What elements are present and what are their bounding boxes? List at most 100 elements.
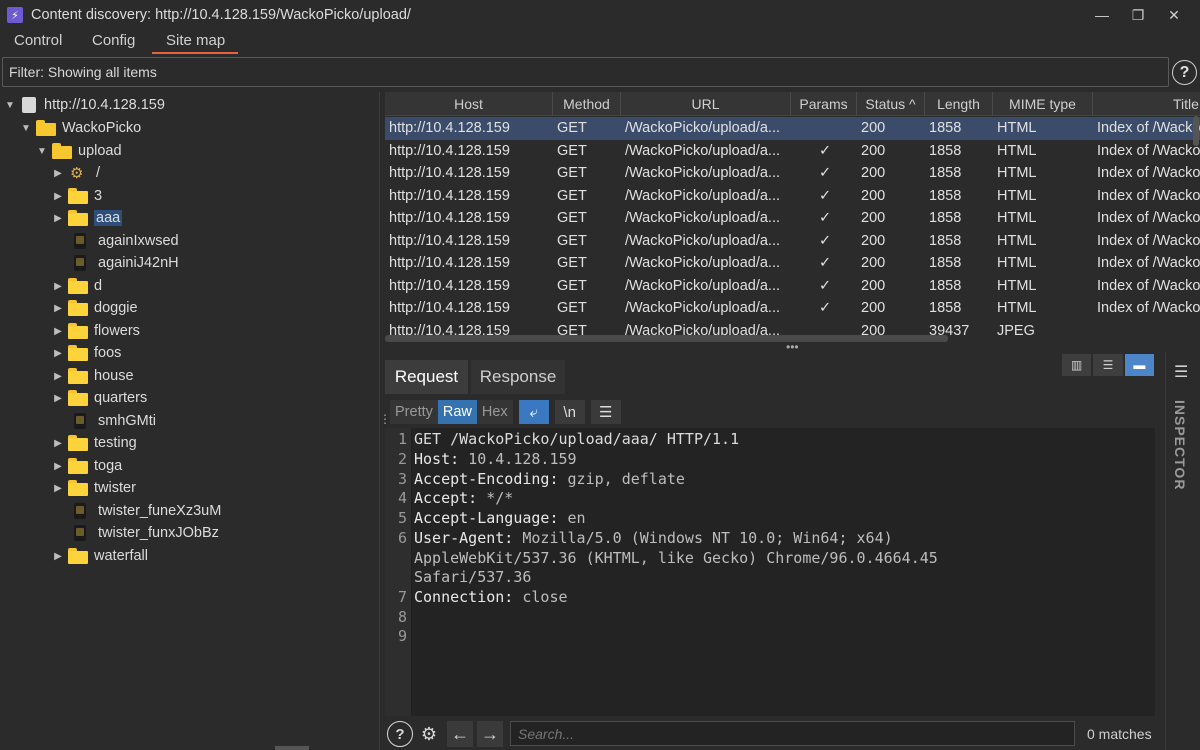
table-row[interactable]: http://10.4.128.159 GET/WackoPicko/upload… xyxy=(385,252,1200,275)
column-header-url[interactable]: URL xyxy=(621,92,791,116)
chevron-right-icon[interactable]: ▶ xyxy=(52,348,64,359)
column-header-mime-type[interactable]: MIME type xyxy=(993,92,1093,116)
tree-node-file[interactable]: smhGMti xyxy=(64,410,156,432)
menu-icon[interactable]: ☰ xyxy=(590,400,621,424)
chevron-right-icon[interactable]: ▶ xyxy=(52,326,64,337)
chevron-right-icon[interactable]: ▶ xyxy=(52,461,64,472)
column-header-status[interactable]: Status ^ xyxy=(857,92,925,116)
chevron-right-icon[interactable]: ▶ xyxy=(52,551,64,562)
cell-mime-type: HTML xyxy=(997,187,1037,204)
tab-site-map[interactable]: Site map xyxy=(166,30,225,54)
tree-node-label: doggie xyxy=(94,300,138,316)
view-hex-button[interactable]: Hex xyxy=(476,400,513,424)
arrow-left-icon[interactable]: ← xyxy=(447,721,473,747)
table-row[interactable]: http://10.4.128.159 GET/WackoPicko/upload… xyxy=(385,140,1200,163)
chevron-down-icon[interactable]: ▼ xyxy=(20,123,32,134)
tab-control[interactable]: Control xyxy=(14,30,62,54)
filter-bar[interactable]: Filter: Showing all items xyxy=(2,57,1169,87)
table-row[interactable]: http://10.4.128.159 GET/WackoPicko/upload… xyxy=(385,230,1200,253)
tree-node-folder-selected[interactable]: ▶ aaa xyxy=(52,207,123,229)
tree-node-root-path[interactable]: ▶ ⚙ / xyxy=(52,162,100,184)
view-raw-button[interactable]: Raw xyxy=(437,400,477,424)
tree-node-file[interactable]: twister_funeXz3uM xyxy=(64,500,221,522)
vertical-scrollbar[interactable] xyxy=(1193,116,1199,146)
chevron-right-icon[interactable]: ▶ xyxy=(52,303,64,314)
tree-node-folder[interactable]: ▶ flowers xyxy=(52,320,140,342)
tree-node-file[interactable]: againIxwsed xyxy=(64,230,179,252)
chevron-right-icon[interactable]: ▶ xyxy=(52,281,64,292)
cell-title: Index of /Wacko xyxy=(1097,187,1200,204)
chevron-down-icon[interactable]: ▼ xyxy=(36,146,48,157)
close-button[interactable]: ✕ xyxy=(1156,0,1192,30)
view-pretty-button[interactable]: Pretty xyxy=(390,400,438,424)
search-input[interactable] xyxy=(510,721,1075,746)
table-row[interactable]: http://10.4.128.159 GET/WackoPicko/upload… xyxy=(385,162,1200,185)
tree-node-file[interactable]: twister_funxJObBz xyxy=(64,522,219,544)
column-header-method[interactable]: Method xyxy=(553,92,621,116)
column-header-params[interactable]: Params xyxy=(791,92,857,116)
cell-url: /WackoPicko/upload/a... xyxy=(625,142,781,159)
horizontal-scrollbar[interactable] xyxy=(385,335,948,342)
table-row[interactable]: http://10.4.128.159 GET/WackoPicko/upload… xyxy=(385,117,1200,140)
tree-node-folder[interactable]: ▶ testing xyxy=(52,432,137,454)
tree-node-folder[interactable]: ▶ quarters xyxy=(52,387,147,409)
tree-node-folder[interactable]: ▶ twister xyxy=(52,477,136,499)
tree-node-upload[interactable]: ▼ upload xyxy=(36,140,122,162)
table-row[interactable]: http://10.4.128.159 GET/WackoPicko/upload… xyxy=(385,185,1200,208)
inspector-label[interactable]: INSPECTOR xyxy=(1172,400,1188,490)
cell-mime-type: HTML xyxy=(997,210,1037,226)
table-row[interactable]: http://10.4.128.159 GET/WackoPicko/upload… xyxy=(385,207,1200,230)
wrap-lines-icon[interactable]: ⤶ xyxy=(518,400,549,424)
tab-request[interactable]: Request xyxy=(385,360,468,394)
tree-node-label: twister_funxJObBz xyxy=(98,525,219,541)
layout-tabs-icon[interactable]: ▬ xyxy=(1124,354,1154,376)
tab-response[interactable]: Response xyxy=(471,360,565,394)
cell-length: 1858 xyxy=(929,300,962,316)
cell-length: 1858 xyxy=(929,210,962,226)
column-header-host[interactable]: Host xyxy=(385,92,553,116)
cell-host: http://10.4.128.159 xyxy=(389,120,510,136)
layout-stacked-icon[interactable]: ☰ xyxy=(1093,354,1123,376)
help-icon[interactable]: ? xyxy=(1172,60,1197,85)
show-newlines-button[interactable]: \n xyxy=(554,400,585,424)
maximize-button[interactable]: ❐ xyxy=(1120,0,1156,30)
chevron-down-icon[interactable]: ▼ xyxy=(4,100,16,111)
tree-node-file[interactable]: againiJ42nH xyxy=(64,252,179,274)
chevron-right-icon[interactable]: ▶ xyxy=(52,213,64,224)
help-icon[interactable]: ? xyxy=(387,721,413,747)
chevron-right-icon[interactable]: ▶ xyxy=(52,191,64,202)
table-row[interactable]: http://10.4.128.159 GET/WackoPicko/upload… xyxy=(385,275,1200,298)
tree-node-wackopicko[interactable]: ▼ WackoPicko xyxy=(20,117,141,139)
tree-node-folder[interactable]: ▶ house xyxy=(52,365,134,387)
splitter-handle[interactable]: ••• xyxy=(786,340,799,354)
tree-node-folder[interactable]: ▶ d xyxy=(52,275,102,297)
chevron-right-icon[interactable]: ▶ xyxy=(52,168,64,179)
column-header-title[interactable]: Title xyxy=(1093,92,1200,116)
table-row[interactable]: http://10.4.128.159 GET/WackoPicko/upload… xyxy=(385,297,1200,320)
layout-side-by-side-icon[interactable]: ▥ xyxy=(1062,354,1092,376)
chevron-right-icon[interactable]: ▶ xyxy=(52,438,64,449)
request-editor[interactable]: 1 2 3 4 5 6 7 8 9 GET /WackoPicko/upload… xyxy=(385,428,1155,716)
tab-config[interactable]: Config xyxy=(92,30,135,54)
tree-node-folder[interactable]: ▶ 3 xyxy=(52,185,102,207)
arrow-right-icon[interactable]: → xyxy=(477,721,503,747)
tree-node-host[interactable]: ▼ http://10.4.128.159 xyxy=(4,94,165,116)
cell-method: GET xyxy=(557,120,587,136)
chevron-right-icon[interactable]: ▶ xyxy=(52,371,64,382)
tree-node-folder[interactable]: ▶ foos xyxy=(52,342,121,364)
inspector-lines-icon[interactable]: ☰ xyxy=(1174,362,1194,382)
folder-icon xyxy=(36,120,56,136)
tree-node-folder[interactable]: ▶ waterfall xyxy=(52,545,148,567)
settings-gear-icon[interactable]: ⚙ xyxy=(416,721,442,747)
chevron-right-icon[interactable]: ▶ xyxy=(52,393,64,404)
header-key: Accept-Encoding: xyxy=(414,470,559,488)
tree-node-folder[interactable]: ▶ toga xyxy=(52,455,122,477)
tree-node-folder[interactable]: ▶ doggie xyxy=(52,297,138,319)
column-header-length[interactable]: Length xyxy=(925,92,993,116)
panel-resize-handle[interactable] xyxy=(275,746,309,750)
minimize-button[interactable]: — xyxy=(1084,0,1120,30)
host-icon xyxy=(22,97,36,113)
inspector-panel[interactable]: ☰ INSPECTOR xyxy=(1165,352,1200,750)
line-number: 8 xyxy=(397,608,407,626)
chevron-right-icon[interactable]: ▶ xyxy=(52,483,64,494)
